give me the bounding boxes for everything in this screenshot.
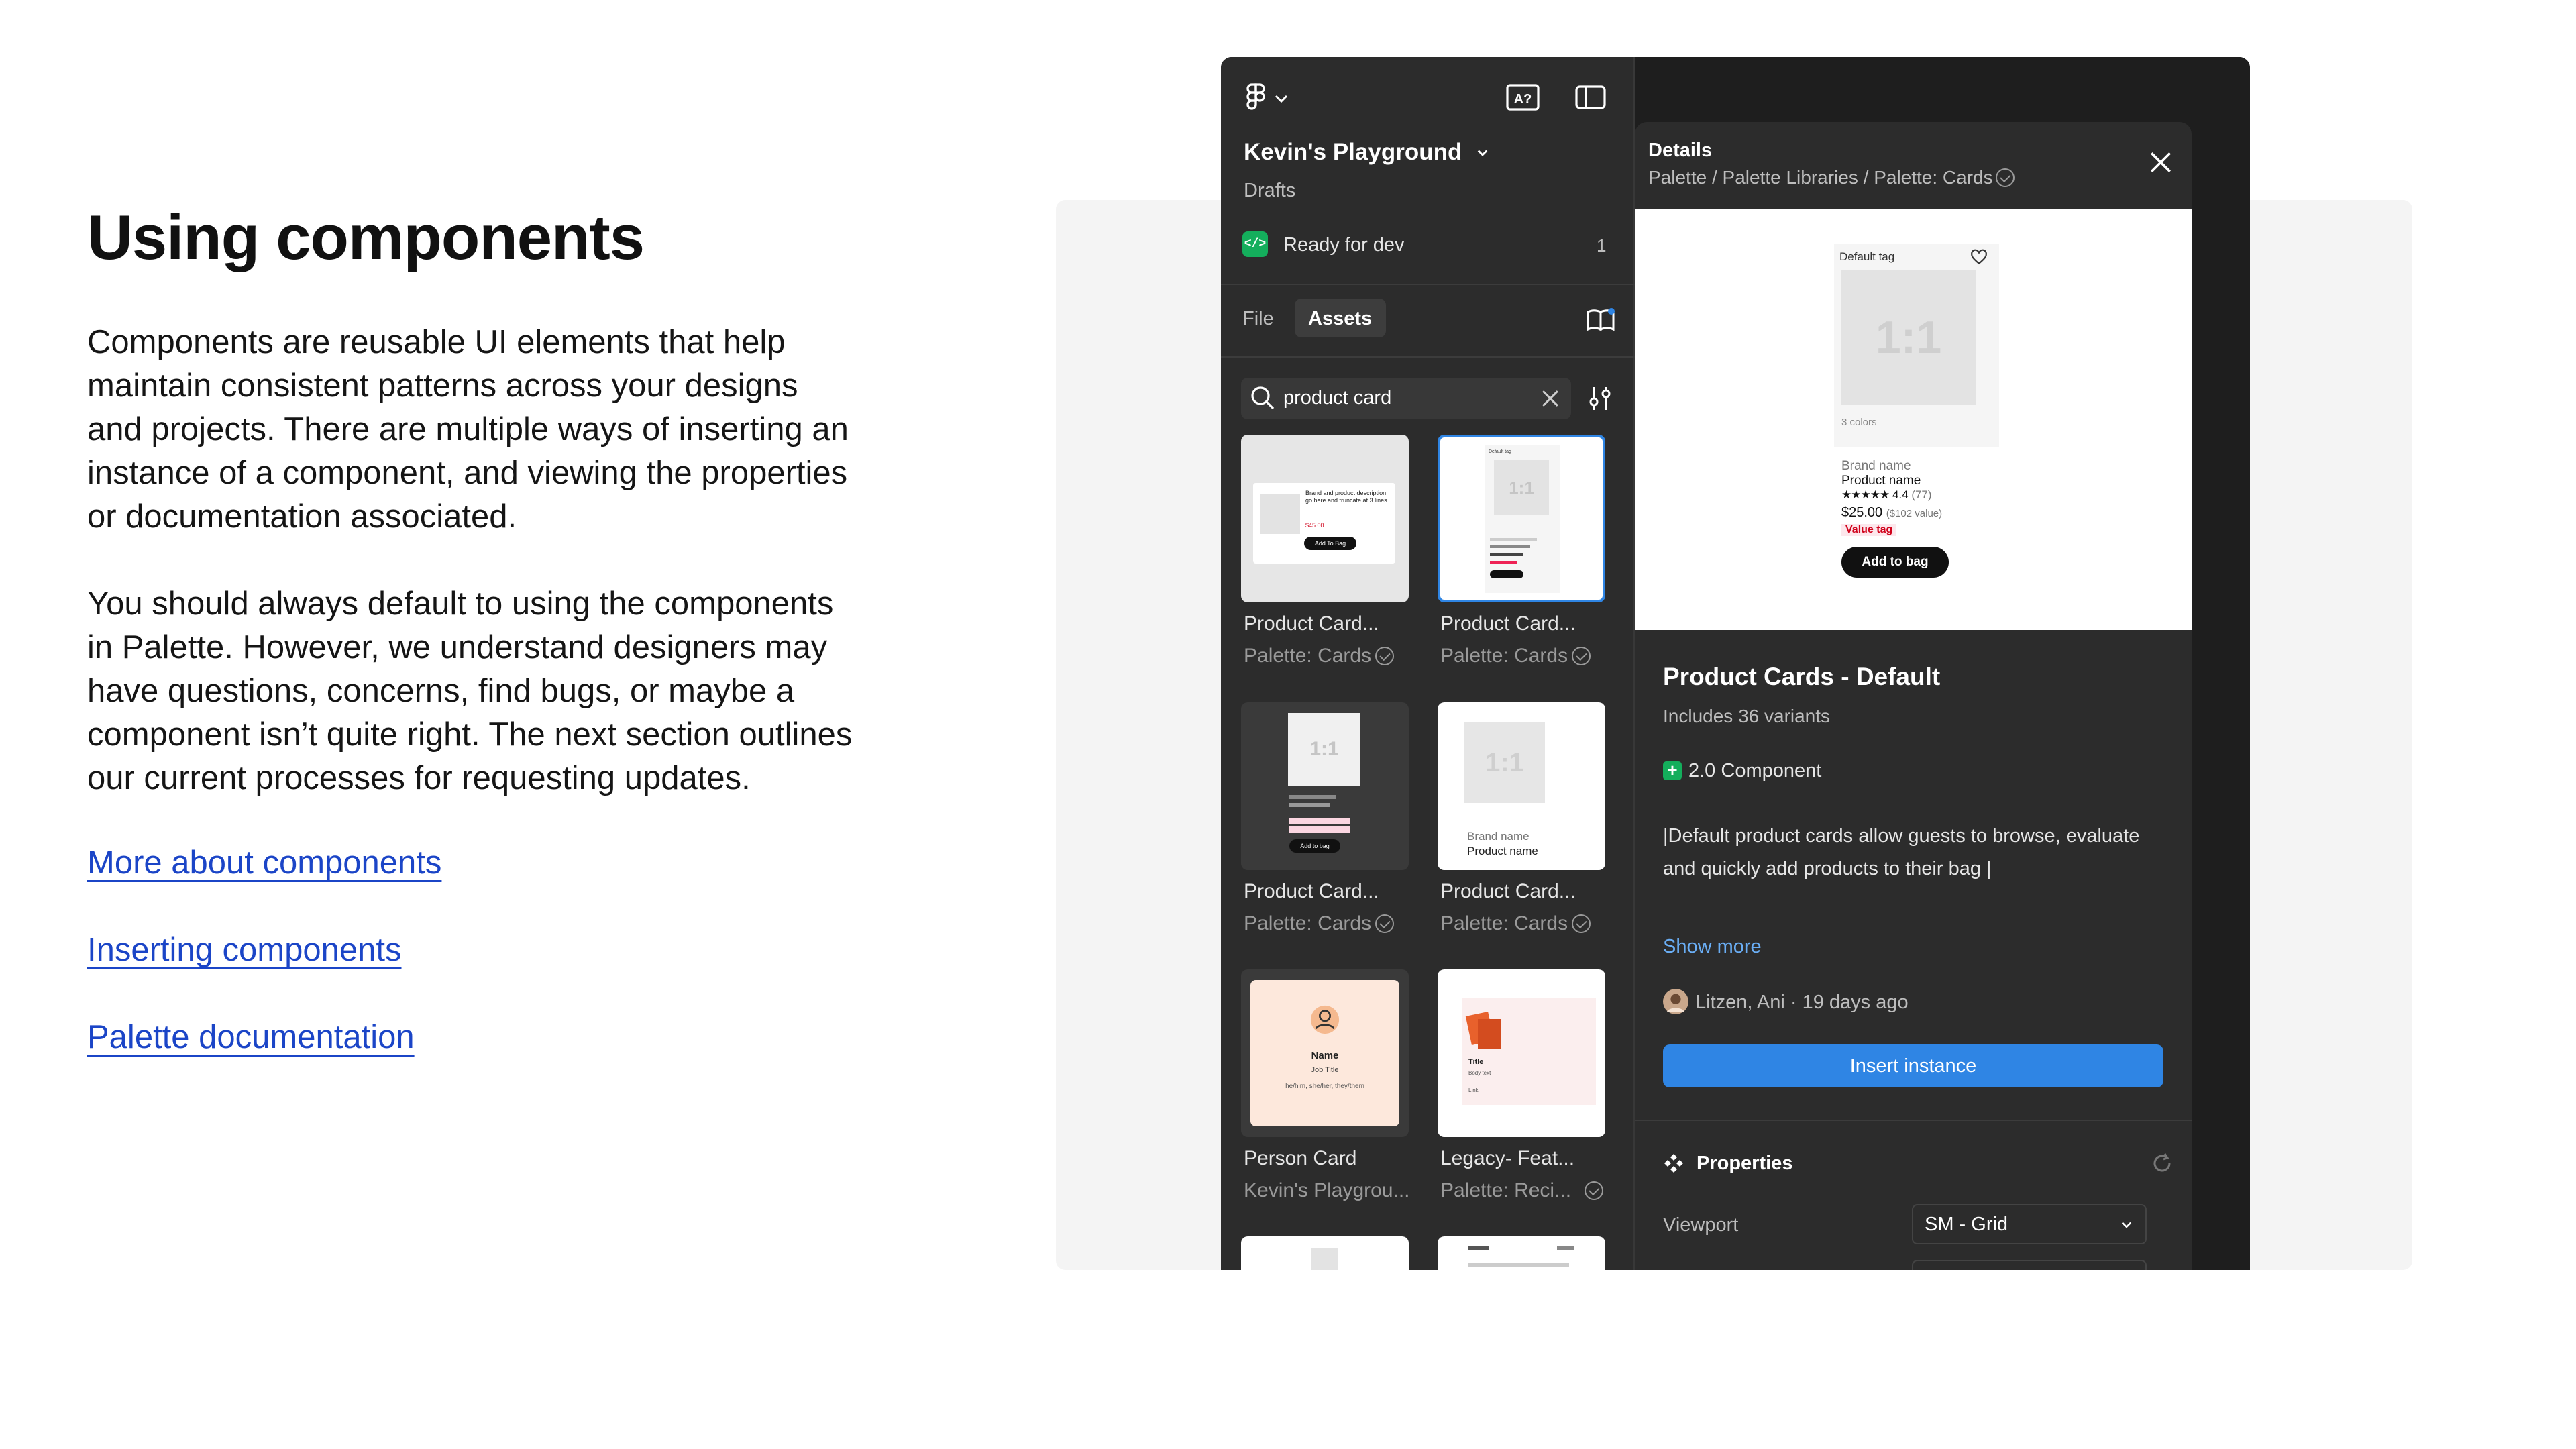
updated-time: 19 days ago bbox=[1802, 991, 1909, 1013]
asset-library: Palette: Cards bbox=[1244, 912, 1395, 935]
property-select[interactable] bbox=[1912, 1260, 2147, 1270]
verified-check-icon bbox=[1585, 1181, 1604, 1200]
verified-check-icon bbox=[1995, 168, 2015, 187]
chevron-down-icon[interactable] bbox=[2121, 1222, 2132, 1229]
breadcrumb-item[interactable]: Palette: Cards bbox=[1874, 167, 1992, 188]
link-more-about-components[interactable]: More about components bbox=[87, 844, 441, 881]
search-input[interactable]: product card bbox=[1283, 387, 1391, 409]
asset-library: Kevin's Playgrou... bbox=[1244, 1179, 1410, 1201]
clear-search-icon[interactable] bbox=[1542, 390, 1559, 407]
version-badge: 2.0 Component bbox=[1688, 760, 1822, 782]
preview-image-placeholder: 1:1 bbox=[1841, 270, 1976, 405]
details-panel: Details Palette / Palette Libraries / Pa… bbox=[1635, 122, 2192, 1270]
person-icon bbox=[1310, 1005, 1340, 1034]
rating: ★★★★★ 4.4 (77) bbox=[1841, 488, 1932, 501]
asset-name: Product Card... bbox=[1244, 880, 1379, 902]
divider bbox=[1221, 284, 1635, 285]
page-bottom-margin bbox=[0, 1270, 2576, 1449]
verified-check-icon bbox=[1375, 647, 1395, 665]
left-sidebar: A? Kevin's Playground Drafts </> Ready f… bbox=[1221, 57, 1635, 1270]
viewport-value: SM - Grid bbox=[1925, 1214, 2008, 1235]
link-palette-documentation[interactable]: Palette documentation bbox=[87, 1018, 415, 1056]
chevron-down-icon[interactable] bbox=[1477, 150, 1488, 157]
library-book-icon[interactable] bbox=[1587, 308, 1615, 331]
svg-text:A?: A? bbox=[1514, 92, 1532, 107]
verified-check-icon bbox=[1572, 647, 1591, 665]
verified-check-icon bbox=[1375, 914, 1395, 933]
details-header: Details bbox=[1648, 140, 1713, 161]
project-location[interactable]: Drafts bbox=[1244, 180, 1295, 202]
asset-library: Palette: Cards bbox=[1440, 645, 1591, 667]
show-more-link[interactable]: Show more bbox=[1663, 936, 1762, 958]
guidance-paragraph: You should always default to using the c… bbox=[87, 586, 853, 796]
asset-name: Product Card... bbox=[1440, 612, 1576, 635]
asset-library: Palette: Reci... bbox=[1440, 1179, 1604, 1202]
asset-name: Product Card... bbox=[1244, 612, 1379, 635]
author-name: Litzen, Ani bbox=[1695, 991, 1785, 1013]
breadcrumb-item[interactable]: Palette bbox=[1648, 167, 1707, 188]
asset-library: Palette: Cards bbox=[1440, 912, 1591, 935]
variant-count: Includes 36 variants bbox=[1663, 706, 1831, 727]
asset-thumbnail[interactable]: Brand and product description go here an… bbox=[1241, 435, 1409, 602]
asset-thumbnail[interactable]: Name Job Title he/him, she/her, they/the… bbox=[1241, 969, 1409, 1137]
component-preview: Default tag 1:1 3 colors Brand name Prod… bbox=[1635, 209, 2192, 630]
author-line: Litzen, Ani · 19 days ago bbox=[1695, 991, 1909, 1013]
close-icon[interactable] bbox=[2150, 152, 2171, 173]
ready-for-dev-label[interactable]: Ready for dev bbox=[1283, 234, 1405, 256]
asset-name: Person Card bbox=[1244, 1147, 1357, 1169]
asset-library: Palette: Cards bbox=[1244, 645, 1395, 667]
ai-text-icon[interactable]: A? bbox=[1506, 84, 1540, 111]
properties-title: Properties bbox=[1697, 1152, 1793, 1174]
component-description: |Default product cards allow guests to b… bbox=[1663, 825, 2140, 879]
reset-icon[interactable] bbox=[2151, 1152, 2173, 1174]
component-name: Product Cards - Default bbox=[1663, 663, 1941, 690]
insert-instance-button[interactable]: Insert instance bbox=[1663, 1044, 2163, 1087]
asset-name: Legacy- Feat... bbox=[1440, 1147, 1575, 1169]
star-rating-icon: ★★★★★ bbox=[1841, 488, 1890, 501]
heart-icon bbox=[1971, 249, 1987, 265]
code-icon: </> bbox=[1242, 231, 1268, 257]
plus-badge-icon: + bbox=[1663, 761, 1682, 780]
divider bbox=[1635, 1120, 2192, 1121]
asset-thumbnail-selected[interactable]: Default tag 1:1 bbox=[1438, 435, 1605, 602]
asset-name: Product Card... bbox=[1440, 880, 1576, 902]
tab-file[interactable]: File bbox=[1242, 308, 1274, 330]
breadcrumb: Palette / Palette Libraries / Palette: C… bbox=[1648, 167, 2015, 189]
divider bbox=[1221, 356, 1635, 358]
sidebar-toggle-icon[interactable] bbox=[1575, 85, 1606, 109]
tab-assets[interactable]: Assets bbox=[1308, 308, 1372, 330]
filter-settings-icon[interactable] bbox=[1587, 386, 1613, 411]
search-icon bbox=[1251, 386, 1275, 410]
asset-thumbnail[interactable] bbox=[1241, 1236, 1409, 1270]
asset-thumbnail[interactable]: 1:1 Add to bag bbox=[1241, 702, 1409, 870]
asset-thumbnail[interactable]: Title Body text Link bbox=[1438, 969, 1605, 1137]
avatar bbox=[1663, 989, 1688, 1014]
asset-thumbnail[interactable] bbox=[1438, 1236, 1605, 1270]
figma-window: A? Kevin's Playground Drafts </> Ready f… bbox=[1221, 57, 2250, 1270]
link-inserting-components[interactable]: Inserting components bbox=[87, 931, 402, 969]
ready-for-dev-count: 1 bbox=[1597, 235, 1607, 256]
asset-thumbnail[interactable]: 1:1 Brand name Product name bbox=[1438, 702, 1605, 870]
verified-check-icon bbox=[1572, 914, 1591, 933]
component-icon bbox=[1664, 1154, 1683, 1173]
figma-logo-icon[interactable] bbox=[1244, 83, 1268, 115]
viewport-label: Viewport bbox=[1663, 1214, 1739, 1236]
breadcrumb-item[interactable]: Palette Libraries bbox=[1723, 167, 1858, 188]
project-name[interactable]: Kevin's Playground bbox=[1244, 139, 1462, 166]
slide-title: Using components bbox=[87, 202, 645, 272]
chevron-down-icon[interactable] bbox=[1275, 95, 1288, 104]
intro-paragraph: Components are reusable UI elements that… bbox=[87, 324, 849, 535]
